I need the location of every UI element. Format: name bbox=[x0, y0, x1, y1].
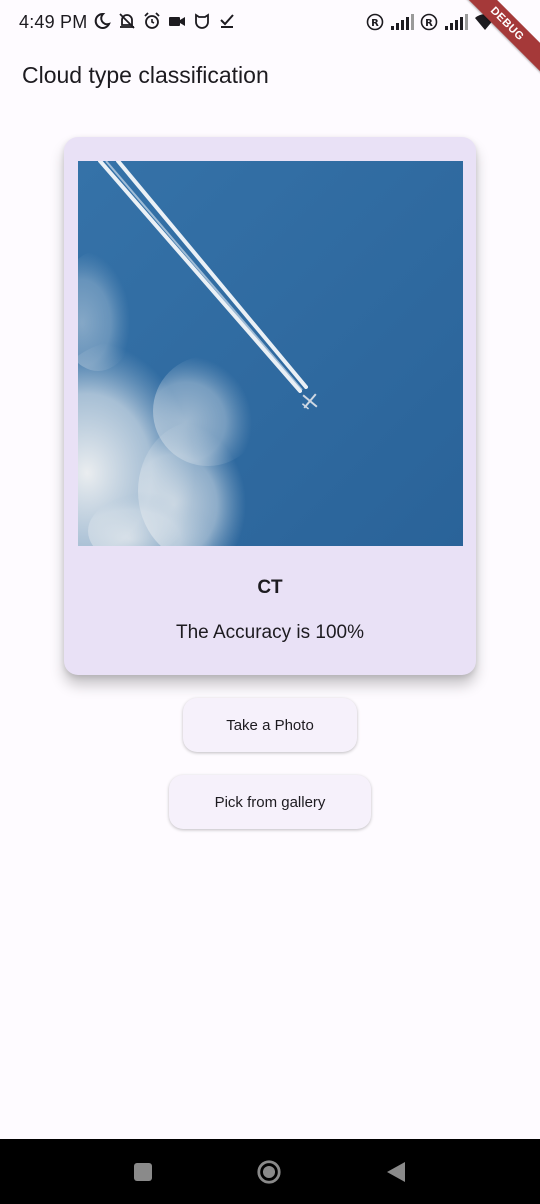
moon-icon bbox=[94, 12, 111, 29]
home-button[interactable] bbox=[256, 1159, 282, 1185]
signal-icon bbox=[391, 14, 414, 30]
signal-icon bbox=[445, 14, 468, 30]
recents-icon bbox=[134, 1163, 152, 1181]
recents-button[interactable] bbox=[130, 1159, 156, 1185]
cloud-photo bbox=[78, 161, 463, 546]
mi-shield-icon bbox=[195, 13, 209, 29]
check-icon bbox=[220, 14, 234, 28]
svg-text:R: R bbox=[371, 18, 379, 29]
roaming-icon: R bbox=[366, 13, 384, 31]
status-bar: 4:49 PM R R bbox=[0, 0, 540, 48]
alarm-icon bbox=[144, 12, 160, 29]
take-photo-button[interactable]: Take a Photo bbox=[183, 698, 357, 752]
home-icon bbox=[257, 1160, 281, 1184]
svg-text:R: R bbox=[425, 18, 433, 29]
video-icon bbox=[169, 17, 185, 26]
result-accuracy: The Accuracy is 100% bbox=[176, 622, 364, 643]
back-icon bbox=[387, 1162, 405, 1182]
status-right-icons: R R bbox=[366, 13, 496, 31]
navigation-bar bbox=[0, 1139, 540, 1204]
pick-gallery-button[interactable]: Pick from gallery bbox=[169, 775, 371, 829]
status-time: 4:49 PM bbox=[19, 12, 88, 32]
result-label: CT bbox=[257, 577, 283, 598]
bell-off-icon bbox=[119, 13, 135, 29]
status-left-icons bbox=[93, 12, 236, 30]
page-title: Cloud type classification bbox=[22, 62, 269, 88]
roaming-icon: R bbox=[420, 13, 438, 31]
back-button[interactable] bbox=[383, 1159, 409, 1185]
